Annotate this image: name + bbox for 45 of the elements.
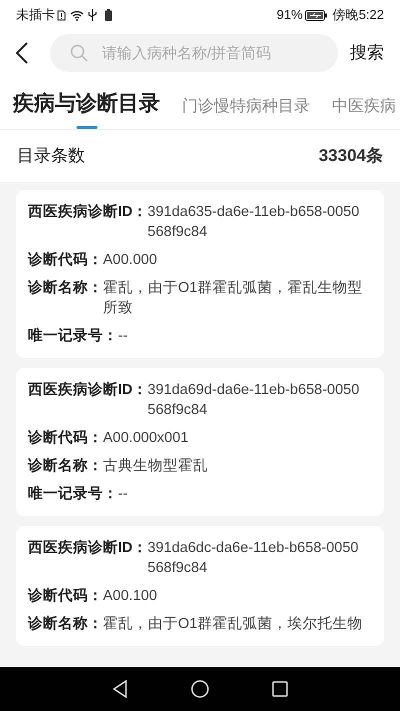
search-field[interactable]: 请输入病种名称/拼音简码 — [50, 34, 338, 72]
field-value: 霍乱，由于O1群霍乱弧菌，霍乱生物型所致 — [103, 279, 364, 318]
record-card[interactable]: 西医疾病诊断ID：391da635-da6e-11eb-b658-0050568f9c84 诊断代码：A00.000 诊断名称：霍乱，由于O1群霍乱弧菌，霍乱生物型所致 唯一记录号：-- — [16, 190, 384, 358]
sim-alert-icon — [57, 10, 66, 20]
field-label: 诊断代码： — [28, 428, 103, 448]
field-label: 诊断名称： — [28, 278, 103, 298]
record-card[interactable]: 西医疾病诊断ID：391da6dc-da6e-11eb-b658-0050568f9c84 诊断代码：A00.100 诊断名称：霍乱，由于O1群霍乱弧菌，埃尔托生物 — [16, 526, 384, 646]
field-value: 391da69d-da6e-11eb-b658-0050568f9c84 — [148, 381, 360, 420]
count-value: 33304条 — [318, 145, 383, 168]
count-label: 目录条数 — [17, 145, 85, 168]
field-value: A00.000x001 — [103, 429, 188, 448]
field-value: A00.100 — [103, 587, 158, 606]
usb-icon — [88, 9, 97, 21]
field-label: 诊断代码： — [28, 250, 103, 270]
field-label: 唯一记录号： — [28, 326, 118, 346]
recents-nav-icon[interactable] — [272, 681, 288, 697]
field-value: -- — [118, 485, 128, 504]
field-label: 诊断代码： — [28, 586, 103, 606]
tab[interactable]: 门诊慢特病种目录 — [182, 95, 310, 129]
search-button[interactable]: 搜索 — [350, 40, 384, 66]
tab[interactable]: 中医疾病 — [332, 95, 396, 129]
battery-charging-icon — [304, 10, 327, 20]
field-label: 诊断名称： — [28, 614, 103, 634]
field-value: 391da6dc-da6e-11eb-b658-0050568f9c84 — [148, 539, 360, 578]
battery-small-icon — [105, 9, 112, 21]
field-value: 霍乱，由于O1群霍乱弧菌，埃尔托生物 — [103, 615, 362, 634]
back-nav-icon[interactable] — [112, 680, 128, 698]
field-label: 西医疾病诊断ID： — [28, 202, 148, 222]
field-label: 诊断名称： — [28, 456, 103, 476]
wifi-icon — [70, 10, 84, 20]
home-nav-icon[interactable] — [190, 680, 209, 698]
tab-indicator — [76, 126, 97, 129]
search-icon — [70, 44, 88, 62]
field-value: 古典生物型霍乱 — [103, 457, 208, 476]
record-card[interactable]: 西医疾病诊断ID：391da69d-da6e-11eb-b658-0050568f9c84 诊断代码：A00.000x001 诊断名称：古典生物型霍乱 唯一记录号：-- — [16, 368, 384, 516]
clock-text: 傍晚5:22 — [332, 6, 384, 24]
tab[interactable]: 疾病与诊断目录 — [13, 89, 160, 129]
field-value: 391da635-da6e-11eb-b658-0050568f9c84 — [148, 203, 360, 242]
field-label: 西医疾病诊断ID： — [28, 380, 148, 400]
battery-percent: 91% — [276, 6, 303, 24]
field-value: A00.000 — [103, 251, 158, 270]
field-label: 西医疾病诊断ID： — [28, 538, 148, 558]
field-value: -- — [118, 327, 128, 346]
field-label: 唯一记录号： — [28, 484, 118, 504]
carrier-text: 未插卡 — [16, 6, 55, 24]
